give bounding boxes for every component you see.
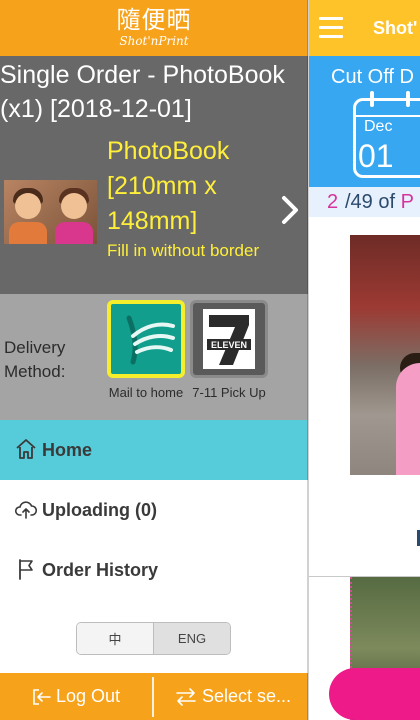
calendar-icon: Dec 01: [353, 91, 420, 178]
swap-arrows-icon: [176, 687, 196, 706]
sidebar-item-label: Home: [42, 440, 93, 460]
main-page: Shot' Cut Off D Dec 01 2 /49 of P: [309, 0, 420, 720]
seven-eleven-logo: ELEVEN: [190, 300, 268, 378]
logout-icon: [33, 688, 51, 705]
photo-count-total-text: /49 of: [345, 191, 396, 213]
brand-header: 隨便晒 Shot'nPrint: [0, 0, 308, 56]
product-print-option: Fill in without border: [107, 241, 260, 260]
sidebar-item-uploading[interactable]: Uploading (0): [0, 480, 308, 540]
flag-icon: [19, 559, 33, 580]
menu-icon[interactable]: [319, 17, 343, 39]
product-name: PhotoBook [210mm x 148mm]: [107, 137, 230, 235]
language-option-chinese[interactable]: 中: [77, 623, 153, 654]
delivery-option-label: Mail to home: [108, 385, 184, 400]
app-logo-cjk: 隨便晒: [116, 6, 192, 34]
language-option-english[interactable]: ENG: [153, 623, 230, 654]
logout-label: Log Out: [56, 686, 121, 706]
photo-count-total: /49 of P: [345, 187, 414, 217]
sidebar-item-home[interactable]: Home: [0, 420, 308, 480]
main-page-title: Shot': [373, 18, 418, 38]
delivery-option-711[interactable]: ELEVEN 7-11 Pick Up: [190, 300, 268, 401]
thumbnail-child-figure: [52, 184, 96, 244]
logout-button[interactable]: Log Out: [30, 673, 148, 720]
delivery-method-label: Delivery Method:: [4, 338, 66, 381]
current-order-card[interactable]: Single Order - PhotoBook (x1) [2018-12-0…: [0, 56, 308, 294]
side-drawer: 隨便晒 Shot'nPrint Single Order - PhotoBook…: [0, 0, 308, 720]
photo-count-current: 2: [327, 191, 339, 213]
cloud-upload-icon: [14, 501, 38, 519]
select-service-label: Select se...: [202, 686, 292, 706]
language-toggle: 中 ENG: [76, 622, 231, 655]
footer-divider: [152, 677, 154, 717]
home-icon: [16, 439, 36, 459]
thumbnail-child-figure: [6, 184, 50, 244]
main-header: Shot': [309, 0, 420, 56]
mail-bird-icon: [107, 300, 185, 378]
delivery-option-label: 7-11 Pick Up: [192, 385, 266, 400]
chevron-right-icon[interactable]: [276, 194, 304, 226]
photo-count-suffix: P: [400, 191, 414, 213]
action-button[interactable]: [329, 668, 420, 720]
calendar-month: Dec: [364, 118, 393, 135]
photo-preview[interactable]: [350, 235, 420, 475]
delivery-option-mail[interactable]: Mail to home: [107, 300, 185, 401]
app-logo-subtitle: Shot'nPrint: [119, 34, 189, 48]
delivery-method-section: Delivery Method: Mail to home ELEVEN 7-1…: [0, 294, 308, 420]
order-title: Single Order - PhotoBook (x1) [2018-12-0…: [0, 61, 285, 123]
select-service-button[interactable]: Select se...: [174, 673, 306, 720]
calendar-day: 01: [358, 138, 394, 174]
cutoff-date-panel: Cut Off D Dec 01: [309, 56, 420, 187]
sidebar-item-label: Order History: [42, 560, 159, 580]
photo-count-indicator: 2 /49 of P: [309, 187, 420, 217]
product-thumbnail: [4, 180, 97, 244]
sidebar-item-order-history[interactable]: Order History: [0, 540, 308, 600]
sidebar-item-label: Uploading (0): [42, 500, 157, 520]
sidebar-footer: Log Out Select se...: [0, 673, 308, 720]
cutoff-label: Cut Off D: [331, 66, 414, 88]
seven-eleven-logo-text: ELEVEN: [211, 340, 247, 350]
app-logo: 隨便晒 Shot'nPrint: [0, 6, 308, 48]
